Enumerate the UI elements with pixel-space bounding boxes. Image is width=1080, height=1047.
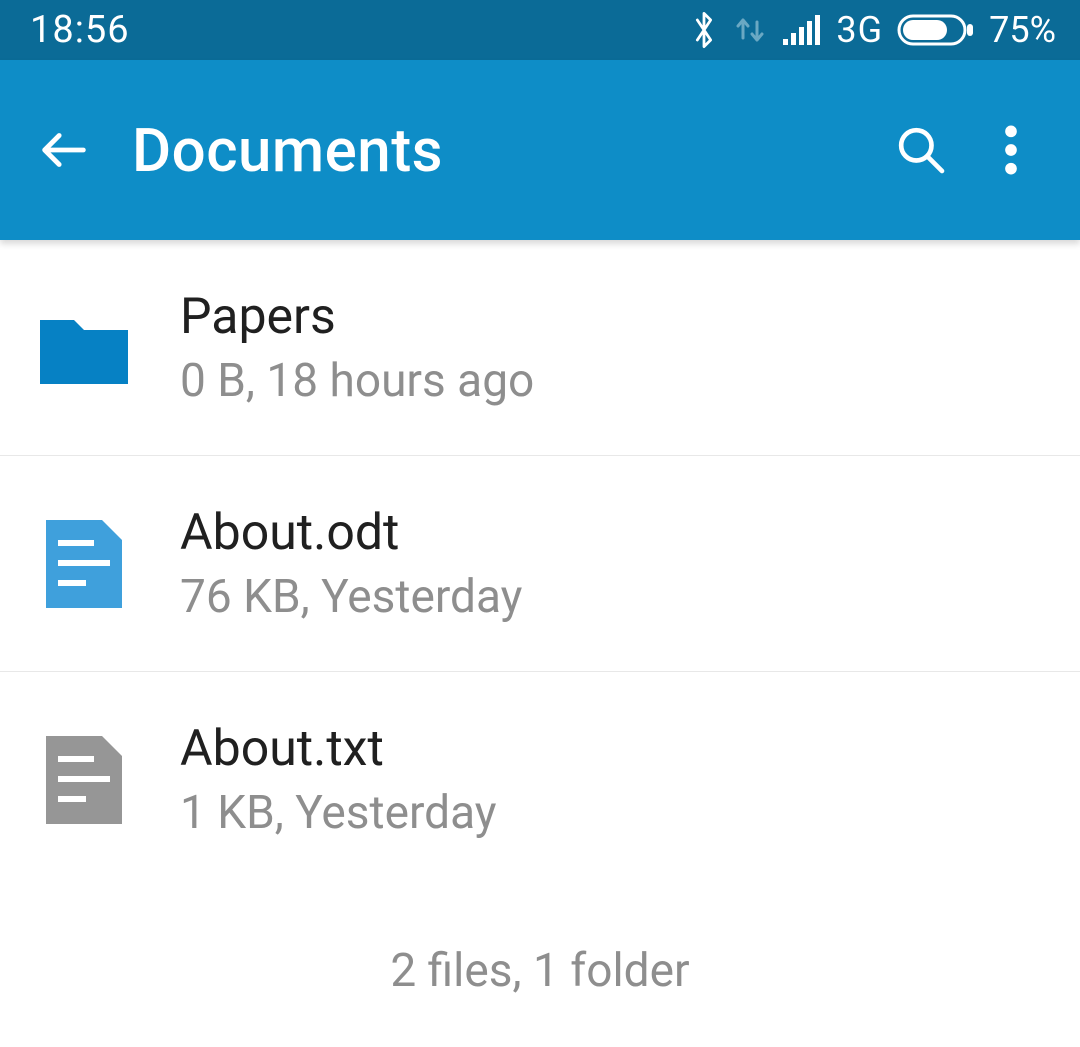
app-bar: Documents <box>0 60 1080 240</box>
battery-percent-label: 75% <box>989 9 1056 51</box>
status-time: 18:56 <box>30 8 130 52</box>
data-transfer-icon <box>732 12 768 48</box>
item-meta: 0 B, 18 hours ago <box>180 354 534 408</box>
item-name: About.odt <box>180 504 522 562</box>
arrow-left-icon <box>35 121 93 179</box>
document-icon <box>40 520 128 608</box>
file-list: Papers 0 B, 18 hours ago About.odt 76 KB… <box>0 240 1080 888</box>
item-name: Papers <box>180 288 534 346</box>
list-item[interactable]: Papers 0 B, 18 hours ago <box>0 240 1080 456</box>
bluetooth-icon <box>690 10 718 50</box>
item-text: About.odt 76 KB, Yesterday <box>180 504 522 624</box>
item-text: Papers 0 B, 18 hours ago <box>180 288 534 408</box>
list-summary: 2 files, 1 folder <box>0 888 1080 1018</box>
network-type-label: 3G <box>836 9 883 51</box>
list-item[interactable]: About.txt 1 KB, Yesterday <box>0 672 1080 888</box>
status-bar: 18:56 3G <box>0 0 1080 60</box>
page-title: Documents <box>132 115 876 186</box>
battery-icon <box>897 12 975 48</box>
list-item[interactable]: About.odt 76 KB, Yesterday <box>0 456 1080 672</box>
more-vertical-icon <box>1004 122 1018 178</box>
folder-icon <box>40 304 128 392</box>
item-meta: 76 KB, Yesterday <box>180 570 522 624</box>
search-button[interactable] <box>876 105 966 195</box>
item-meta: 1 KB, Yesterday <box>180 786 497 840</box>
back-button[interactable] <box>24 110 104 190</box>
item-name: About.txt <box>180 720 497 778</box>
overflow-menu-button[interactable] <box>966 105 1056 195</box>
search-icon <box>893 122 949 178</box>
item-text: About.txt 1 KB, Yesterday <box>180 720 497 840</box>
status-indicators: 3G 75% <box>690 9 1056 51</box>
signal-icon <box>782 13 822 47</box>
document-icon <box>40 736 128 824</box>
